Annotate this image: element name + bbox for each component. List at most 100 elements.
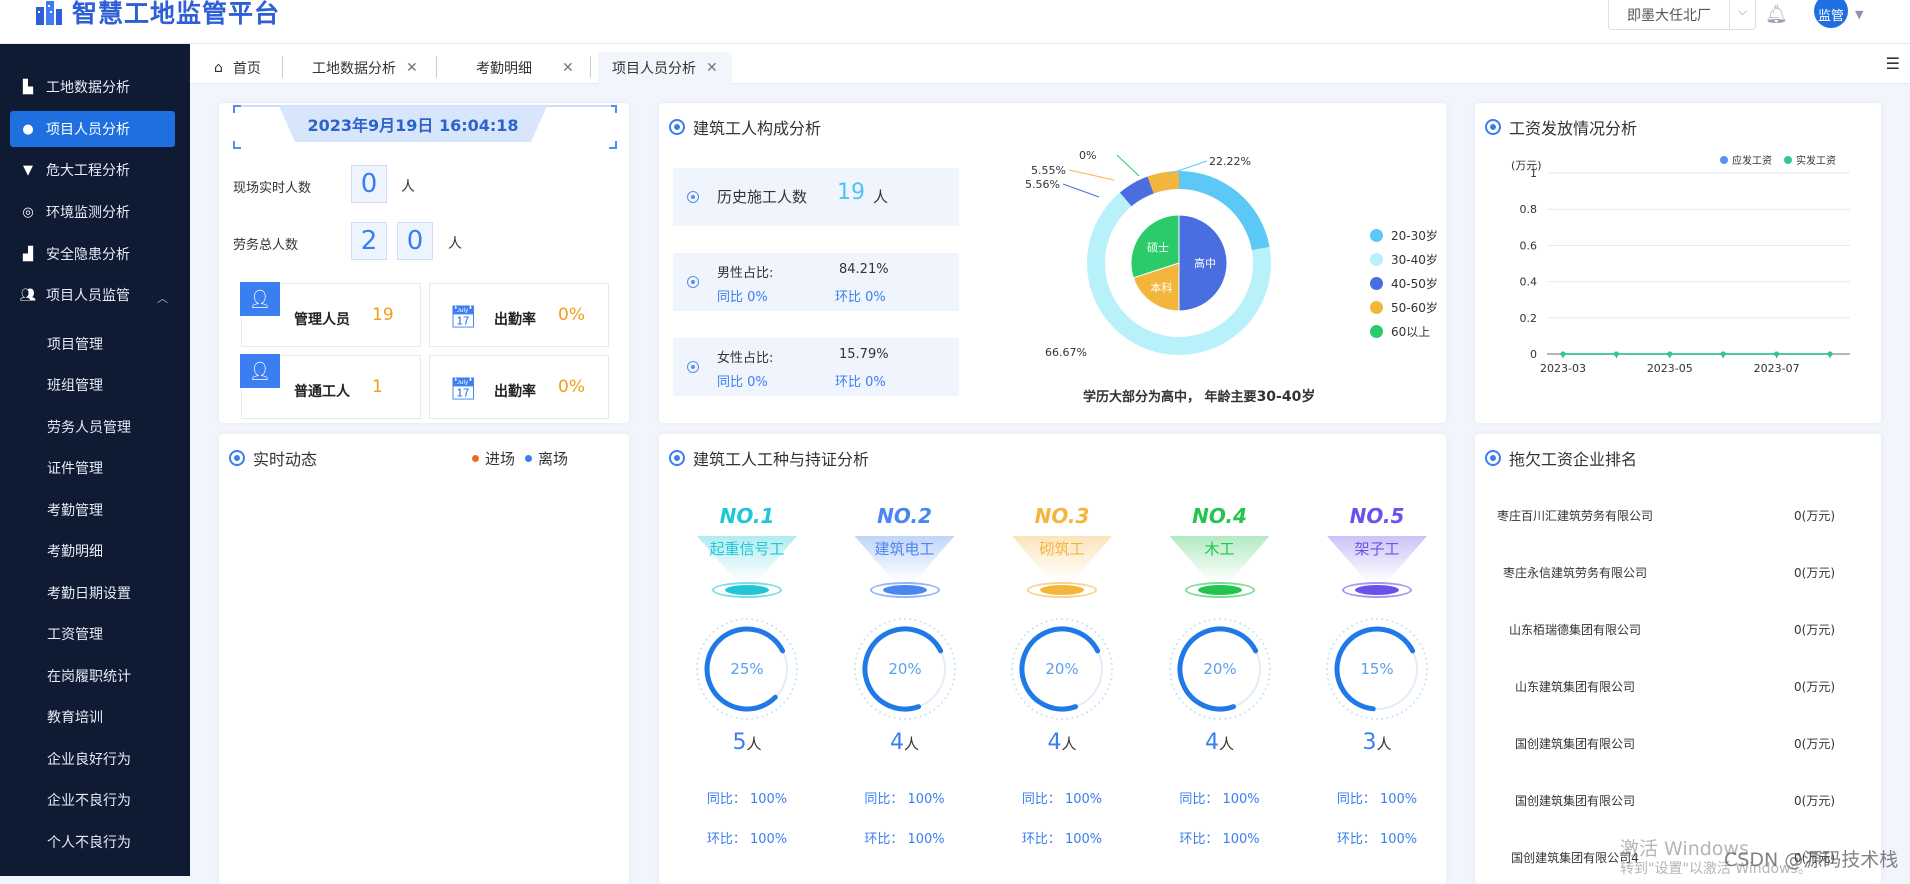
bell-icon[interactable]: 🔔︎: [1765, 4, 1788, 25]
sidebar-item-site-data[interactable]: ▙ 工地数据分析: [10, 69, 175, 105]
sidebar-sub-attendance-mgmt[interactable]: 考勤管理: [47, 500, 103, 520]
history-stat: 历史施工人数 19 人: [673, 168, 959, 226]
sidebar-item-safety[interactable]: ▟ 安全隐患分析: [10, 236, 175, 272]
tab-home[interactable]: ⌂ 首页: [214, 52, 261, 84]
worker-count: 4人: [997, 730, 1127, 755]
rank-number: NO.3: [1034, 504, 1090, 528]
education-label: 本科: [1150, 280, 1172, 294]
gauge-dot: [1066, 618, 1069, 621]
label-leader: [1116, 154, 1140, 177]
sidebar-sub-labor-mgmt[interactable]: 劳务人员管理: [47, 417, 131, 437]
x-tick-label: 2023-03: [1540, 362, 1586, 375]
gauge-dot: [1351, 711, 1353, 714]
csdn-watermark: CSDN @源码技术栈: [1724, 849, 1899, 871]
stat-value: 19: [372, 305, 394, 325]
gauge-dot: [863, 638, 866, 641]
company-name: 国创建筑集团有限公司: [1514, 737, 1635, 751]
frame-corner: [233, 141, 241, 149]
gauge-dot: [883, 713, 886, 716]
tab-personnel-analysis[interactable]: 项目人员分析 ✕: [598, 52, 732, 84]
onsite-unit: 人: [401, 179, 415, 195]
target-icon: [1485, 119, 1501, 135]
gauge-dot: [795, 662, 798, 665]
sidebar-item-personnel-analysis[interactable]: ● 项目人员分析: [10, 111, 175, 147]
gauge-dot: [771, 711, 773, 714]
user-icon: ●: [22, 121, 34, 137]
gauge-dot: [923, 622, 926, 625]
sidebar-sub-attendance-detail[interactable]: 考勤明细: [47, 541, 103, 561]
sidebar-item-personnel-supervision[interactable]: 👥︎ 项目人员监管: [10, 277, 175, 313]
sidebar-sub-bad-behavior[interactable]: 企业不良行为: [47, 790, 131, 810]
gauge-dot: [1181, 634, 1184, 637]
gauge-dot: [951, 683, 954, 686]
gauge-dot: [1178, 697, 1181, 700]
sidebar-sub-personal-bad-behavior[interactable]: 个人不良行为: [47, 832, 131, 852]
chevron-up-icon[interactable]: ︿: [157, 290, 168, 306]
close-icon[interactable]: ✕: [706, 60, 718, 76]
sidebar-sub-certificate-mgmt[interactable]: 证件管理: [47, 458, 103, 478]
close-icon[interactable]: ✕: [406, 60, 418, 76]
project-select-value: 即墨大任北厂: [1627, 8, 1711, 24]
percent-gauge: 20%: [1168, 618, 1271, 720]
sidebar-sub-wage-mgmt[interactable]: 工资管理: [47, 624, 103, 644]
sidebar-sub-project-mgmt[interactable]: 项目管理: [47, 334, 103, 354]
project-select[interactable]: 即墨大任北厂 ⌵: [1608, 0, 1756, 30]
legend-label: 40-50岁: [1391, 277, 1438, 291]
sidebar-item-hazard-projects[interactable]: ▼ 危大工程分析: [10, 152, 175, 188]
frame-corner: [233, 105, 241, 113]
sidebar-sub-duty-stats[interactable]: 在岗履职统计: [47, 666, 131, 686]
gauge-dot: [1365, 619, 1368, 622]
yoy-text: 同比： 100%: [1336, 792, 1418, 807]
platform-logo[interactable]: 智慧工地监管平台: [34, 0, 280, 30]
series-point: [1560, 351, 1566, 357]
gauge-dot: [854, 657, 857, 660]
user-avatar[interactable]: 监管: [1814, 0, 1848, 28]
menu-icon[interactable]: ☰: [1886, 54, 1900, 73]
gauge-dot: [1189, 708, 1192, 711]
target-icon: [669, 119, 685, 135]
labor-unit: 人: [448, 236, 462, 252]
gauge-dot: [1233, 620, 1236, 623]
mom-text: 环比： 100%: [864, 832, 945, 847]
chevron-down-icon[interactable]: ⌵: [1729, 0, 1755, 29]
tab-site-data[interactable]: 工地数据分析 ✕: [312, 52, 418, 84]
gauge-dot: [789, 643, 792, 645]
gauge-dot: [761, 715, 764, 718]
sidebar-sub-training[interactable]: 教育培训: [47, 707, 103, 727]
gauge-dot: [918, 715, 921, 718]
gauge-dot: [1424, 678, 1427, 681]
gauge-dot: [740, 717, 743, 720]
worker-type-name: 架子工: [1354, 540, 1400, 558]
tab-attendance-detail[interactable]: 考勤明细 ✕: [476, 52, 574, 84]
sidebar-item-environment[interactable]: ◎ 环境监测分析: [10, 194, 175, 230]
sidebar-sub-attendance-date[interactable]: 考勤日期设置: [47, 583, 131, 603]
legend-swatch: [1370, 277, 1383, 290]
gauge-dot: [783, 701, 786, 704]
gauge-dot: [1109, 657, 1112, 660]
legend-item: 20-30岁: [1370, 227, 1438, 244]
gauge-dot: [721, 711, 723, 714]
gauge-dot: [1396, 622, 1399, 625]
worker-type-column: NO.3 砌筑工 20% 4人 同比： 100% 环比： 100%: [997, 434, 1127, 874]
caret-down-icon[interactable]: ▼: [1855, 8, 1863, 21]
series-point: [1613, 351, 1619, 357]
gauge-dot: [746, 618, 748, 620]
gauge-dot: [1109, 678, 1112, 681]
sidebar-sub-good-behavior[interactable]: 企业良好行为: [47, 749, 131, 769]
legend-item: 50-60岁: [1370, 299, 1438, 316]
gauge-dot: [1223, 717, 1226, 720]
close-icon[interactable]: ✕: [562, 60, 574, 76]
education-label: 硕士: [1147, 242, 1169, 255]
worker-type-column: NO.1 起重信号工 25% 5人 同比： 100% 环比： 100%: [682, 434, 812, 874]
gauge-dot: [1086, 711, 1088, 714]
gauge-dot: [918, 620, 921, 623]
gauge-dot: [1327, 657, 1330, 660]
gauge-dot: [1181, 701, 1184, 704]
gauge-dot: [775, 627, 778, 630]
gauge-dot: [1223, 618, 1226, 621]
sidebar-sub-team-mgmt[interactable]: 班组管理: [47, 375, 103, 395]
platform-title: 智慧工地监管平台: [72, 0, 281, 28]
female-label: 女性占比:: [717, 351, 774, 366]
gauge-dot: [1413, 701, 1416, 704]
legend-label: 20-30岁: [1391, 229, 1438, 243]
